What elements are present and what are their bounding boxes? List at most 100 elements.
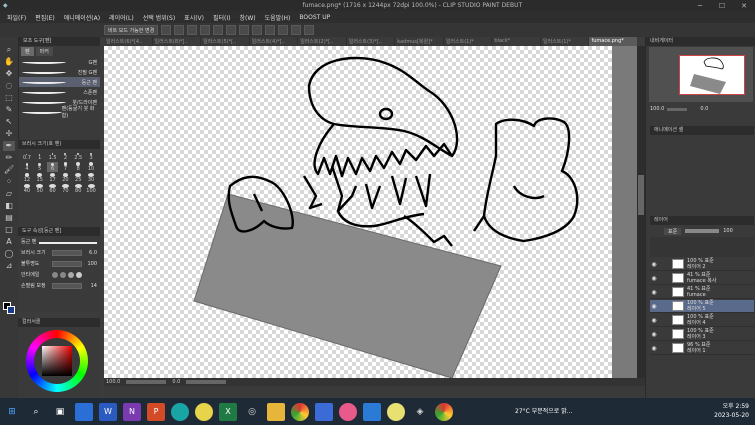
brush-item[interactable]: 스푼펜 [19,87,100,97]
saturation-square[interactable] [42,346,72,376]
eraser-icon[interactable]: ▱ [3,189,15,199]
layer-row[interactable]: ◉ 41 % 표준 fumace 복사 [650,272,754,285]
layer-row[interactable]: ◉ 96 % 표준 레이어 1 [650,342,754,355]
menu-view[interactable]: 표시(V) [184,13,204,22]
invert-selection-icon[interactable] [265,25,276,35]
prop-value[interactable]: 14 [85,283,97,289]
gradient-icon[interactable]: ▤ [3,213,15,223]
menu-edit[interactable]: 편집(E) [35,13,55,22]
prop-brush-size[interactable]: 브러시 크기 6.0 [18,247,100,258]
brush-size-cell[interactable]: 1 [34,151,46,161]
fill-icon[interactable] [278,25,289,35]
zoom-value[interactable]: 100.0 [106,379,120,385]
doc-tab-active[interactable]: fumace.png* [589,37,638,46]
transform-icon[interactable]: ✢ [3,129,15,139]
doc-tab[interactable]: 일러스트(4)*[.. [249,37,298,46]
doc-tab[interactable]: 일러스트(3)*[.. [346,37,395,46]
canvas[interactable] [104,46,612,378]
brush-size-cell[interactable]: 0.7 [21,151,33,161]
airbrush-icon[interactable]: ⁘ [3,177,15,187]
menu-animation[interactable]: 애니메이션(A) [64,13,100,22]
prop-slider[interactable] [52,249,82,256]
eyedropper-icon[interactable]: ✎ [3,105,15,115]
shape-icon[interactable]: □ [3,225,15,235]
brush-size-cell[interactable]: 17 [47,173,59,183]
brush-size-cell[interactable]: 50 [34,184,46,194]
prop-value[interactable]: 6.0 [85,250,97,256]
tab-pen[interactable]: 펜 [21,47,34,56]
excel-icon[interactable]: X [219,402,237,421]
vscode-icon[interactable] [363,402,381,421]
eye-icon[interactable]: ◉ [650,261,658,268]
brush-size-cell[interactable]: 30 [85,173,97,183]
prop-opacity[interactable]: 불투명도 100 [18,258,100,269]
layer-row[interactable]: ◉ 100 % 표준 레이어 3 [650,328,754,341]
antialias-options[interactable] [52,271,82,278]
brush-size-cell[interactable]: 8 [72,162,84,172]
brush-item[interactable]: G펜 [19,57,100,67]
navigator-preview[interactable] [679,55,745,95]
select-icon[interactable]: ⬚ [3,93,15,103]
lasso-icon[interactable]: ◌ [3,81,15,91]
folder-icon[interactable] [267,402,285,421]
close-button[interactable]: ✕ [733,2,755,10]
kakao-icon[interactable] [195,402,213,421]
menu-selection[interactable]: 선택 범위(S) [143,13,175,22]
menu-file[interactable]: 파일(F) [7,13,26,22]
brush-size-cell[interactable]: 80 [72,184,84,194]
brush-size-cell[interactable]: 7 [59,162,71,172]
move-icon[interactable]: ✥ [3,69,15,79]
operation-icon[interactable]: ↖ [3,117,15,127]
eye-icon[interactable]: ◉ [650,289,658,296]
brush-size-cell[interactable]: 100 [85,184,97,194]
brush-size-cell[interactable]: 4 [21,162,33,172]
brush-size-cell[interactable]: 2.5 [72,151,84,161]
fill-icon[interactable]: ◧ [3,201,15,211]
minimize-button[interactable]: ─ [689,2,711,10]
eye-icon[interactable]: ◉ [650,345,658,352]
deselect-icon[interactable] [252,25,263,35]
angle-slider[interactable] [186,380,227,384]
chrome-icon[interactable] [291,402,309,421]
layer-opacity-value[interactable]: 100 [723,228,733,234]
app-icon[interactable] [339,402,357,421]
zoom-icon[interactable]: ⌕ [3,45,15,55]
menu-help[interactable]: 도움말(H) [265,13,291,22]
doc-tab[interactable]: 일러스트(6)*[4.. [104,37,152,46]
prop-slider[interactable] [52,282,82,289]
undo-icon[interactable] [200,25,211,35]
search-icon[interactable]: ⌕ [27,403,45,421]
brush-size-cell[interactable]: 6 [46,162,59,172]
onenote-icon[interactable]: N [123,402,141,421]
nav-angle-value[interactable]: 0.0 [700,106,708,112]
brush-size-cell[interactable]: 60 [47,184,59,194]
nav-zoom-slider[interactable] [667,107,688,111]
eye-icon[interactable]: ◉ [650,275,658,282]
brush-icon[interactable]: 🖌 [3,165,15,175]
menu-boost-up[interactable]: BOOST UP [299,14,330,21]
pen-icon[interactable]: ✒ [3,141,15,151]
menu-filter[interactable]: 필터(I) [213,13,231,22]
pencil-icon[interactable]: ✏ [3,153,15,163]
doc-tab[interactable]: 일러스트(1)* [443,37,492,46]
doc-tab[interactable]: 일러스트(5)*[.. [201,37,249,46]
prop-slider[interactable] [52,260,82,267]
app-icon[interactable]: ◎ [243,403,261,421]
horizontal-scrollbar[interactable] [104,386,645,398]
prop-stabilization[interactable]: 손떨림 보정 14 [18,280,100,291]
ruler-icon[interactable]: ⊿ [3,261,15,271]
brush-size-cell[interactable]: 10 [85,162,97,172]
eye-icon[interactable]: ◉ [650,331,658,338]
prop-antialias[interactable]: 안티에일 [18,269,100,280]
doc-tab[interactable]: kadmus[복원]* [395,37,443,46]
redo-icon[interactable] [213,25,224,35]
brush-size-cell[interactable]: 40 [21,184,33,194]
store-icon[interactable] [315,402,333,421]
app-icon[interactable] [75,402,93,421]
layer-row[interactable]: ◉ 100 % 표준 레이어 2 [650,258,754,271]
vertical-scroll-thumb[interactable] [638,175,644,215]
doc-tab[interactable]: 일러스트(1)* [540,37,589,46]
new-icon[interactable] [161,25,172,35]
brush-size-cell[interactable]: 70 [59,184,71,194]
maximize-button[interactable]: ☐ [711,2,733,10]
